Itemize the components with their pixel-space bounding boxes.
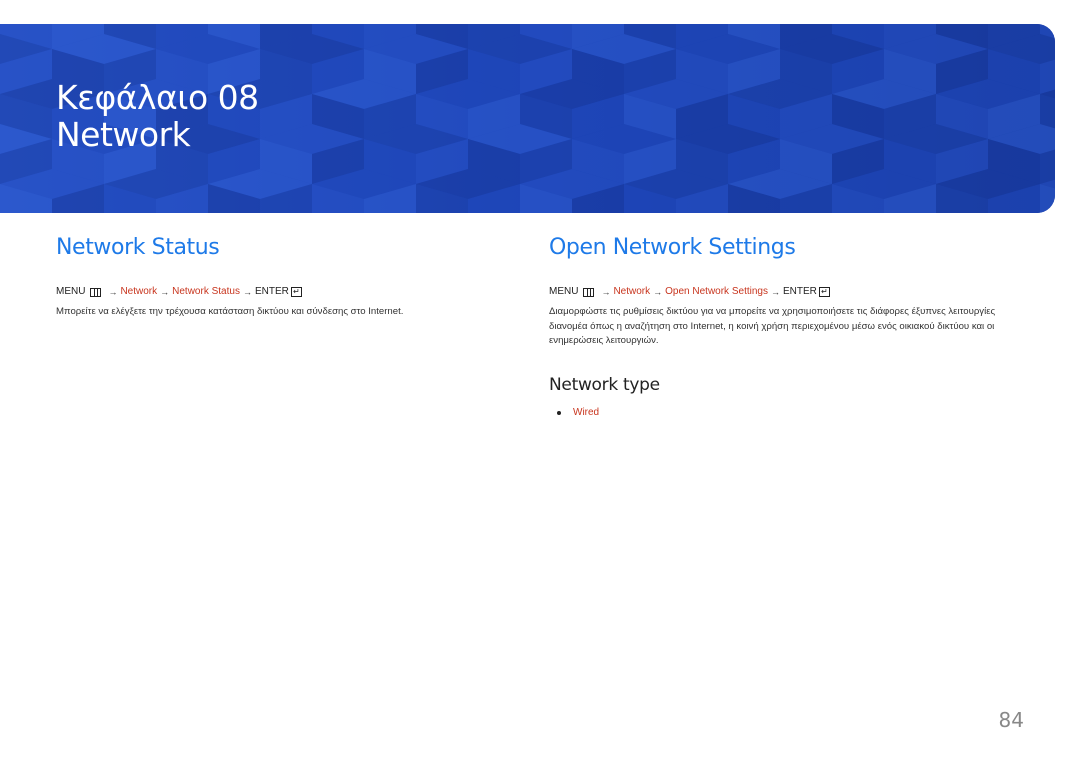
chapter-banner: Κεφάλαιο 08 Network [0, 24, 1055, 213]
section-description: Διαμορφώστε τις ρυθμίσεις δικτύου για να… [549, 306, 996, 346]
network-type-wired[interactable]: Wired [573, 406, 599, 420]
bullet-icon [557, 410, 561, 415]
arrow-right-icon: → [160, 287, 170, 297]
path-step-network[interactable]: Network [613, 285, 650, 299]
arrow-right-icon: → [242, 287, 252, 297]
list-item: Wired [557, 406, 1029, 420]
network-type-list: Wired [557, 406, 1029, 420]
path-step-network[interactable]: Network [120, 285, 157, 299]
arrow-right-icon: → [770, 287, 780, 297]
network-status-section: Network Status MENU → Network → Network … [56, 232, 486, 320]
menu-icon [583, 287, 595, 297]
menu-path: MENU → Network → Open Network Settings →… [549, 285, 1029, 299]
enter-icon: ↵ [290, 287, 302, 297]
menu-label: MENU [549, 286, 579, 297]
enter-label: ENTER [782, 286, 817, 297]
enter-icon: ↵ [818, 287, 830, 297]
cube-face [1040, 184, 1055, 213]
open-network-settings-section: Open Network Settings MENU → Network → O… [549, 232, 1029, 420]
page-number: 84 [998, 708, 1024, 732]
menu-path: MENU → Network → Network Status → ENTER … [56, 285, 486, 299]
menu-label: MENU [56, 286, 86, 297]
arrow-right-icon: → [653, 287, 663, 297]
enter-label: ENTER [254, 286, 289, 297]
section-description: Μπορείτε να ελέγξετε την τρέχουσα κατάστ… [56, 306, 404, 317]
chapter-name: Network [56, 115, 191, 154]
section-title-network-status: Network Status [56, 235, 220, 260]
chapter-label: Κεφάλαιο 08 [56, 78, 259, 117]
section-title-open-network-settings: Open Network Settings [549, 235, 796, 260]
arrow-right-icon: → [601, 287, 611, 297]
arrow-right-icon: → [108, 287, 118, 297]
chapter-heading: Κεφάλαιο 08 Network [56, 79, 259, 153]
path-step-network-status[interactable]: Network Status [172, 285, 240, 299]
menu-icon [90, 287, 102, 297]
subsection-title-network-type: Network type [549, 374, 660, 395]
path-step-open-network-settings[interactable]: Open Network Settings [665, 285, 768, 299]
